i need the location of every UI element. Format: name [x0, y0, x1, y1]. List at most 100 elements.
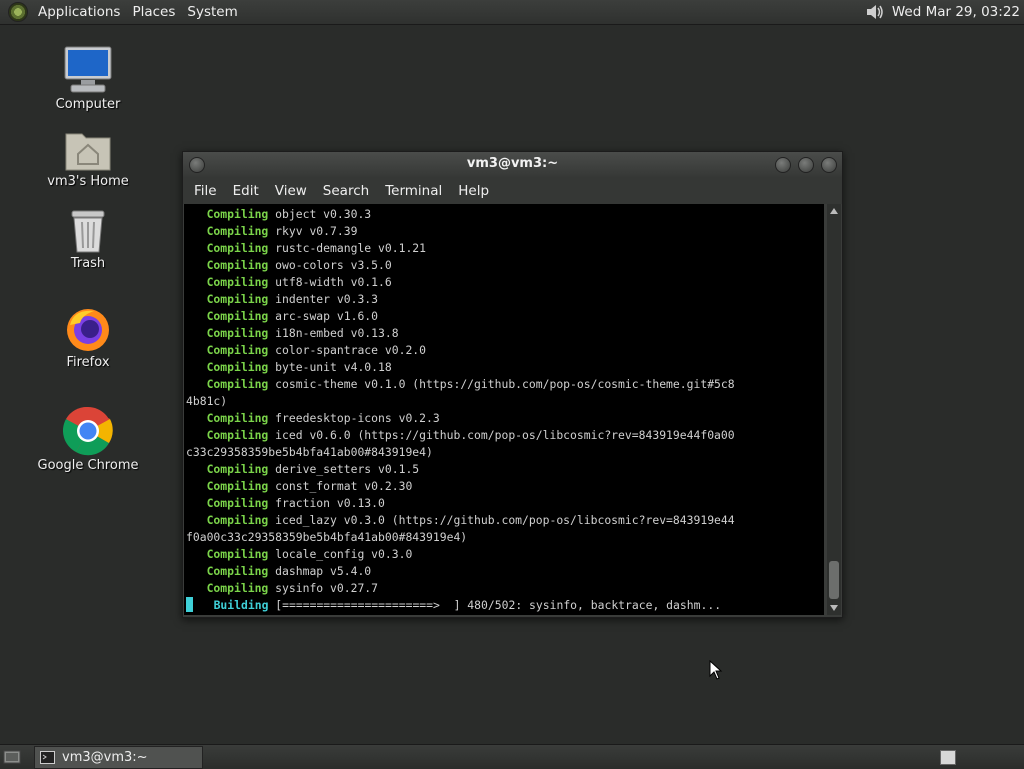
terminal-line: Compiling const_format v0.2.30 [186, 478, 824, 495]
terminal-text: i18n-embed v0.13.8 [268, 326, 399, 340]
chrome-icon [62, 406, 113, 456]
terminal-icon [40, 751, 55, 764]
terminal-keyword: Compiling [186, 496, 269, 510]
scroll-down-arrow-icon[interactable] [827, 601, 841, 615]
terminal-output[interactable]: Compiling object v0.30.3 Compiling rkyv … [184, 204, 824, 615]
menu-terminal[interactable]: Terminal [377, 183, 450, 199]
desktop-icon-label: Trash [70, 256, 106, 271]
desktop-icon-chrome[interactable]: Google Chrome [33, 406, 143, 473]
computer-icon [63, 45, 113, 95]
terminal-keyword: Compiling [186, 547, 269, 561]
terminal-keyword: Compiling [186, 581, 269, 595]
terminal-keyword: Compiling [186, 411, 269, 425]
terminal-line: Compiling color-spantrace v0.2.0 [186, 342, 824, 359]
volume-icon[interactable] [864, 2, 886, 22]
terminal-text: 4b81c) [186, 394, 228, 408]
terminal-line: Compiling indenter v0.3.3 [186, 291, 824, 308]
terminal-text: derive_setters v0.1.5 [268, 462, 420, 476]
distro-logo-icon[interactable] [8, 2, 28, 22]
terminal-text: sysinfo v0.27.7 [268, 581, 379, 595]
terminal-text: f0a00c33c29358359be5b4bfa41ab00#843919e4… [186, 530, 468, 544]
scroll-up-arrow-icon[interactable] [827, 204, 841, 218]
terminal-text: freedesktop-icons v0.2.3 [268, 411, 440, 425]
terminal-text: rkyv v0.7.39 [268, 224, 358, 238]
terminal-menubar: File Edit View Search Terminal Help [183, 177, 842, 204]
terminal-text: [======================> ] 480/502: sysi… [268, 598, 722, 612]
taskbar-item-label: vm3@vm3:~ [62, 750, 148, 765]
terminal-line: Compiling fraction v0.13.0 [186, 495, 824, 512]
terminal-line: Compiling arc-swap v1.6.0 [186, 308, 824, 325]
terminal-keyword: Compiling [186, 343, 269, 357]
terminal-text: byte-unit v4.0.18 [268, 360, 392, 374]
system-menu[interactable]: System [181, 4, 243, 20]
workspace-switcher[interactable] [940, 750, 956, 765]
terminal-scrollbar[interactable] [827, 204, 841, 615]
mouse-pointer-icon [709, 659, 723, 684]
terminal-line: Compiling locale_config v0.3.0 [186, 546, 824, 563]
terminal-progress-line: Building [======================> ] 480/… [186, 597, 824, 614]
menu-view[interactable]: View [267, 183, 315, 199]
terminal-line: Compiling dashmap v5.4.0 [186, 563, 824, 580]
terminal-keyword: Compiling [186, 241, 269, 255]
terminal-keyword: Compiling [186, 224, 269, 238]
terminal-titlebar[interactable]: vm3@vm3:~ [183, 152, 842, 177]
terminal-text: locale_config v0.3.0 [268, 547, 413, 561]
terminal-keyword: Compiling [186, 462, 269, 476]
taskbar-item-terminal[interactable]: vm3@vm3:~ [34, 746, 203, 769]
scrollbar-thumb[interactable] [829, 561, 839, 599]
terminal-line: Compiling owo-colors v3.5.0 [186, 257, 824, 274]
clock[interactable]: Wed Mar 29, 03:22 [892, 4, 1020, 20]
terminal-text: c33c29358359be5b4bfa41ab00#843919e4) [186, 445, 433, 459]
desktop-icon-label: Computer [55, 97, 121, 112]
terminal-line: Compiling rustc-demangle v0.1.21 [186, 240, 824, 257]
top-panel: Applications Places System Wed Mar 29, 0… [0, 0, 1024, 25]
terminal-keyword: Compiling [186, 292, 269, 306]
minimize-button[interactable] [775, 157, 791, 173]
terminal-text: arc-swap v1.6.0 [268, 309, 379, 323]
terminal-text: cosmic-theme v0.1.0 (https://github.com/… [268, 377, 735, 391]
home-folder-icon [64, 128, 112, 172]
maximize-button[interactable] [798, 157, 814, 173]
terminal-keyword: Compiling [186, 377, 269, 391]
desktop-icon-label: Firefox [66, 355, 110, 370]
terminal-text: owo-colors v3.5.0 [268, 258, 392, 272]
desktop-icon-home[interactable]: vm3's Home [33, 128, 143, 189]
bottom-panel: vm3@vm3:~ [0, 744, 1024, 769]
terminal-line: Compiling iced_lazy v0.3.0 (https://gith… [186, 512, 824, 529]
terminal-keyword: Compiling [186, 360, 269, 374]
terminal-line: Compiling freedesktop-icons v0.2.3 [186, 410, 824, 427]
terminal-line: Compiling derive_setters v0.1.5 [186, 461, 824, 478]
show-desktop-icon[interactable] [3, 748, 21, 765]
terminal-keyword: Compiling [186, 258, 269, 272]
terminal-text: rustc-demangle v0.1.21 [268, 241, 427, 255]
places-menu[interactable]: Places [126, 4, 181, 20]
terminal-keyword: Compiling [186, 326, 269, 340]
terminal-text: const_format v0.2.30 [268, 479, 413, 493]
terminal-text: iced v0.6.0 (https://github.com/pop-os/l… [268, 428, 735, 442]
terminal-keyword: Compiling [186, 479, 269, 493]
terminal-line: Compiling i18n-embed v0.13.8 [186, 325, 824, 342]
terminal-window[interactable]: vm3@vm3:~ File Edit View Search Terminal… [182, 151, 843, 618]
desktop-icon-trash[interactable]: Trash [33, 208, 143, 271]
close-button[interactable] [821, 157, 837, 173]
menu-edit[interactable]: Edit [225, 183, 267, 199]
menu-search[interactable]: Search [315, 183, 377, 199]
terminal-text: color-spantrace v0.2.0 [268, 343, 427, 357]
terminal-text: fraction v0.13.0 [268, 496, 385, 510]
terminal-line: Compiling byte-unit v4.0.18 [186, 359, 824, 376]
window-title: vm3@vm3:~ [466, 156, 559, 171]
desktop-icon-firefox[interactable]: Firefox [33, 305, 143, 370]
applications-menu[interactable]: Applications [32, 4, 126, 20]
menu-file[interactable]: File [186, 183, 225, 199]
terminal-line: Compiling iced v0.6.0 (https://github.co… [186, 427, 824, 444]
terminal-keyword: Compiling [186, 513, 269, 527]
menu-help[interactable]: Help [450, 183, 497, 199]
terminal-keyword: Building [193, 598, 269, 612]
terminal-text: object v0.30.3 [268, 207, 372, 221]
desktop-icon-label: Google Chrome [37, 458, 139, 473]
terminal-line: Compiling utf8-width v0.1.6 [186, 274, 824, 291]
terminal-line: Compiling sysinfo v0.27.7 [186, 580, 824, 597]
desktop-icon-computer[interactable]: Computer [33, 45, 143, 112]
terminal-keyword: Compiling [186, 564, 269, 578]
trash-icon [68, 208, 108, 254]
